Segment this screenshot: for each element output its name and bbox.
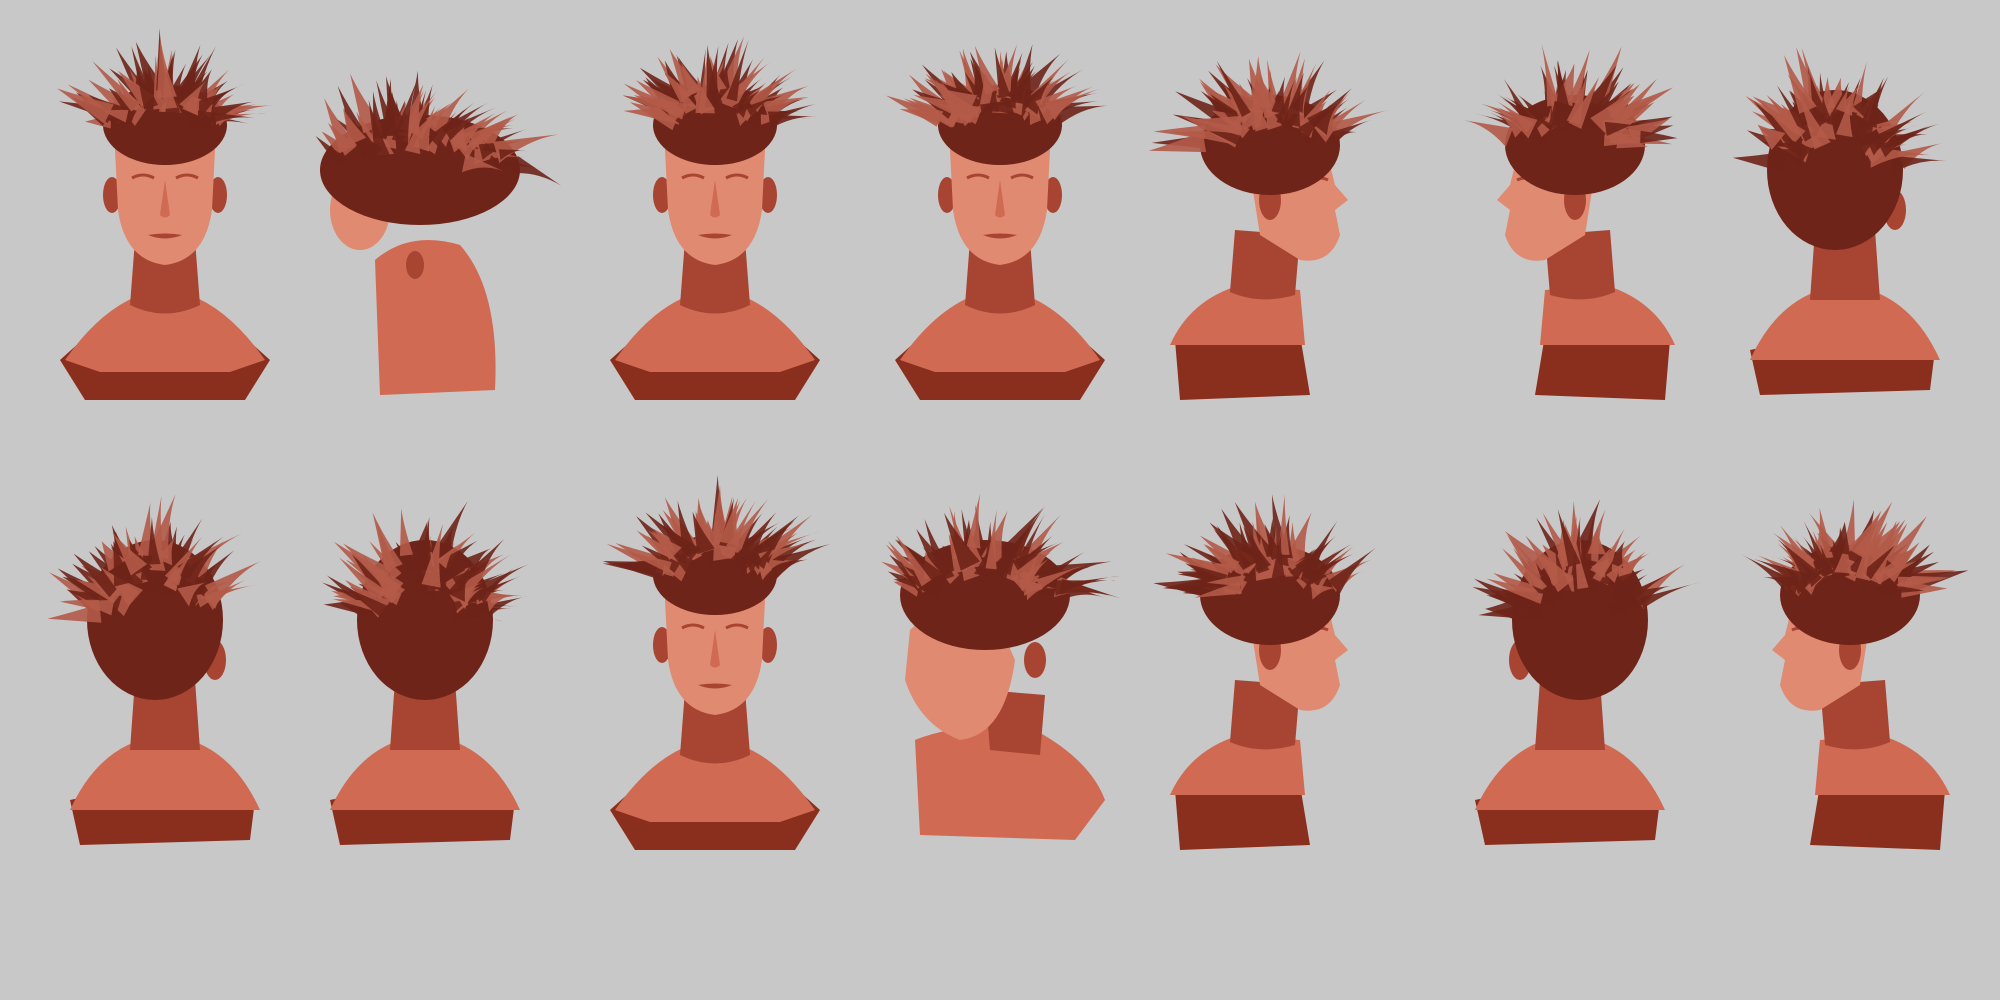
bust-shoulder <box>375 240 496 395</box>
bust-illustration <box>881 493 1122 840</box>
bust-view-back-three-quarter-left <box>1445 498 1703 890</box>
bust-illustration <box>1153 494 1376 850</box>
ear <box>406 251 424 279</box>
bust-view-front <box>40 28 290 440</box>
hair-spike <box>966 493 981 549</box>
bust-view-back-three-quarter-right <box>1720 47 1970 440</box>
bust-illustration <box>1464 43 1678 400</box>
bust-view-profile-right <box>1148 51 1400 440</box>
bust-illustration <box>1732 47 1947 395</box>
bust-view-back <box>300 501 550 890</box>
hair-spike <box>47 603 102 623</box>
hair-spike <box>1732 151 1786 173</box>
bust-back <box>70 740 260 810</box>
sculpt-turnaround-gallery <box>0 0 2000 1000</box>
bust-illustration <box>886 44 1108 400</box>
bust-illustration <box>602 474 831 850</box>
bust-view-profile-right <box>1150 494 1400 890</box>
bust-view-three-quarter-down-left <box>875 493 1125 890</box>
bust-illustration <box>315 70 562 395</box>
hair-spike <box>1464 120 1513 147</box>
bust-illustration <box>322 501 530 845</box>
bust-back <box>1475 740 1665 810</box>
bust-view-back-three-quarter-right <box>40 494 290 890</box>
bust-illustration <box>1148 51 1391 400</box>
bust-illustration <box>610 36 823 400</box>
hair-spike <box>156 36 177 99</box>
bust-view-three-quarter-left <box>1445 43 1695 440</box>
bust-illustration <box>57 28 274 400</box>
bust-illustration <box>1741 499 1969 850</box>
bust-illustration <box>1472 498 1703 845</box>
bust-view-front <box>590 36 840 440</box>
bust-view-top-back-three-quarter <box>300 60 562 440</box>
hair-spike <box>1829 521 1851 555</box>
bust-view-three-quarter-left <box>1720 499 1970 890</box>
hair-spike <box>1153 125 1206 139</box>
bust-view-front <box>875 44 1125 440</box>
bust-view-front <box>590 474 840 890</box>
ear <box>1024 642 1046 678</box>
hair-spike <box>985 509 997 570</box>
bust-illustration <box>47 494 261 845</box>
bust-back <box>1750 290 1940 360</box>
hair-spike <box>399 508 414 556</box>
bust-back <box>330 740 520 810</box>
